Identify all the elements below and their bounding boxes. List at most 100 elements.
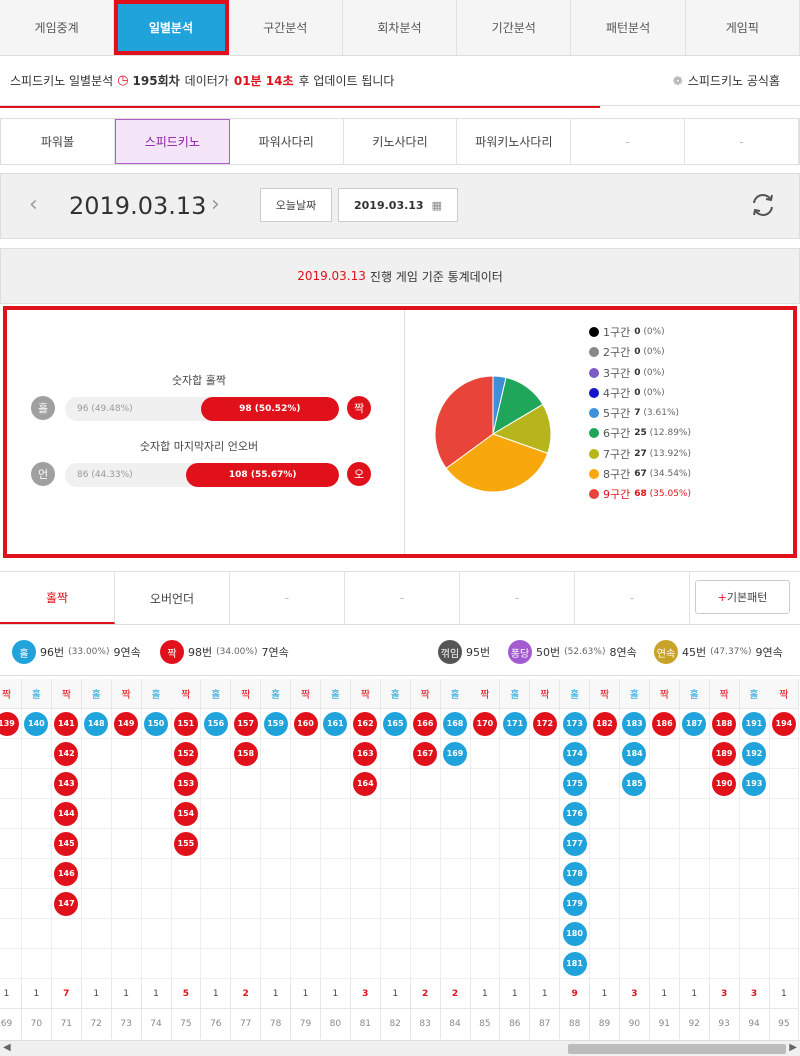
- grid-column: 짝 194 1 95: [769, 679, 800, 1039]
- tab-5[interactable]: 패턴분석: [571, 0, 686, 55]
- basic-pattern-button[interactable]: + 기본패턴: [695, 580, 790, 614]
- result-ball: 179: [562, 891, 587, 916]
- streak-count: 2: [410, 979, 441, 1009]
- legend-pct: (0%): [643, 367, 665, 378]
- bounce-count: 50번: [536, 646, 561, 659]
- date-picker[interactable]: 2019.03.13 ▦: [338, 188, 458, 222]
- game-tab-1[interactable]: 스피드키노: [114, 119, 230, 164]
- grid-cell: [679, 829, 710, 859]
- today-button[interactable]: 오늘날짜: [260, 188, 332, 222]
- grid-cell: [679, 919, 710, 949]
- grid-cell: [410, 829, 441, 859]
- column-header: 홀: [440, 679, 471, 709]
- horizontal-scrollbar[interactable]: ◀ ▶: [0, 1040, 800, 1056]
- grid-cell: [709, 919, 740, 949]
- legend-item-8: 8구간 67 (34.54%): [589, 464, 691, 484]
- grid-cell: [709, 949, 740, 979]
- result-ball: 140: [24, 711, 49, 736]
- game-tab-6[interactable]: -: [685, 119, 800, 164]
- column-header: 홀: [739, 679, 770, 709]
- column-number: 82: [381, 1009, 411, 1039]
- prev-date-icon[interactable]: ‹: [29, 192, 38, 217]
- pattern-tab-2[interactable]: -: [230, 572, 345, 624]
- result-ball: 152: [173, 741, 198, 766]
- grid-cell: [590, 799, 620, 829]
- grid-cell: 163: [350, 739, 381, 769]
- column-number: 79: [291, 1009, 321, 1039]
- consec-badge: 연속: [654, 640, 678, 664]
- game-tab-5[interactable]: -: [571, 119, 686, 164]
- section-pie-chart: [434, 375, 552, 493]
- pattern-tab-4[interactable]: -: [460, 572, 575, 624]
- tab-1[interactable]: 일별분석: [114, 0, 229, 55]
- grid-cell: 153: [171, 769, 202, 799]
- pattern-tab-1[interactable]: 오버언더: [115, 572, 230, 624]
- grid-cell: [679, 799, 710, 829]
- official-home-link[interactable]: ❁ 스피드키노 공식홈: [673, 72, 780, 89]
- grid-cell: [291, 769, 321, 799]
- game-tab-2[interactable]: 파워사다리: [230, 119, 344, 164]
- game-tab-0[interactable]: 파워볼: [1, 119, 115, 164]
- grid-cell: 189: [709, 739, 740, 769]
- legend-pct: (35.05%): [649, 489, 691, 500]
- scrollbar-thumb[interactable]: [568, 1044, 786, 1054]
- grid-cell: [171, 859, 202, 889]
- grid-cell: 157: [231, 709, 262, 739]
- legend-value: 68 (35.05%): [634, 489, 691, 499]
- legend-item-7: 7구간 27 (13.92%): [589, 444, 691, 464]
- tab-4[interactable]: 기간분석: [457, 0, 572, 55]
- pattern-tab-5[interactable]: -: [575, 572, 690, 624]
- streak-count: 1: [380, 979, 411, 1009]
- grid-cell: [291, 799, 321, 829]
- result-ball: 141: [54, 711, 79, 736]
- column-number: 74: [142, 1009, 172, 1039]
- grid-cell: [619, 799, 650, 829]
- grid-cell: [649, 949, 680, 979]
- column-header: 짝: [111, 679, 142, 709]
- scroll-left-icon[interactable]: ◀: [3, 1042, 11, 1053]
- tab-3[interactable]: 회차분석: [343, 0, 458, 55]
- column-number: 95: [769, 1009, 800, 1039]
- grid-cell: [231, 859, 262, 889]
- stats-title: 진행 게임 기준 통계데이터: [369, 269, 503, 284]
- pattern-tab-0[interactable]: 홀짝: [0, 572, 115, 624]
- tab-6[interactable]: 게임픽: [686, 0, 800, 55]
- legend-count: 0: [634, 327, 641, 337]
- streak-count: 1: [81, 979, 112, 1009]
- odd-count: 96번: [40, 646, 65, 659]
- grid-cell: 194: [769, 709, 800, 739]
- result-ball: 188: [712, 711, 737, 736]
- grid-cell: [81, 799, 112, 829]
- next-date-icon[interactable]: ›: [211, 192, 220, 217]
- refresh-icon[interactable]: [748, 190, 778, 220]
- legend-count: 7: [634, 408, 641, 419]
- result-ball: 166: [413, 711, 438, 736]
- legend-count: 0: [634, 367, 641, 378]
- game-tab-3[interactable]: 키노사다리: [344, 119, 458, 164]
- grid-cell: 160: [291, 709, 321, 739]
- grid-cell: [201, 739, 232, 769]
- grid-cell: [350, 859, 381, 889]
- grid-cell: [470, 889, 501, 919]
- tab-0[interactable]: 게임중계: [0, 0, 115, 55]
- column-header: 짝: [410, 679, 441, 709]
- grid-cell: [320, 799, 351, 829]
- grid-cell: [649, 859, 680, 889]
- grid-cell: [619, 919, 650, 949]
- grid-cell: [111, 859, 142, 889]
- column-header: 홀: [261, 679, 292, 709]
- grid-cell: [350, 799, 381, 829]
- result-ball: 160: [293, 711, 318, 736]
- tab-2[interactable]: 구간분석: [229, 0, 343, 55]
- streak-count: 1: [500, 979, 531, 1009]
- grid-cell: [201, 919, 232, 949]
- grid-cell: [21, 919, 52, 949]
- column-number: 80: [321, 1009, 351, 1039]
- grid-cell: [470, 949, 501, 979]
- grid-cell: [530, 889, 561, 919]
- pattern-tab-3[interactable]: -: [345, 572, 460, 624]
- game-tab-4[interactable]: 파워키노사다리: [457, 119, 572, 164]
- bar-left-value-0: 96 (49.48%): [77, 404, 133, 414]
- scroll-right-icon[interactable]: ▶: [789, 1042, 797, 1053]
- grid-cell: [649, 769, 680, 799]
